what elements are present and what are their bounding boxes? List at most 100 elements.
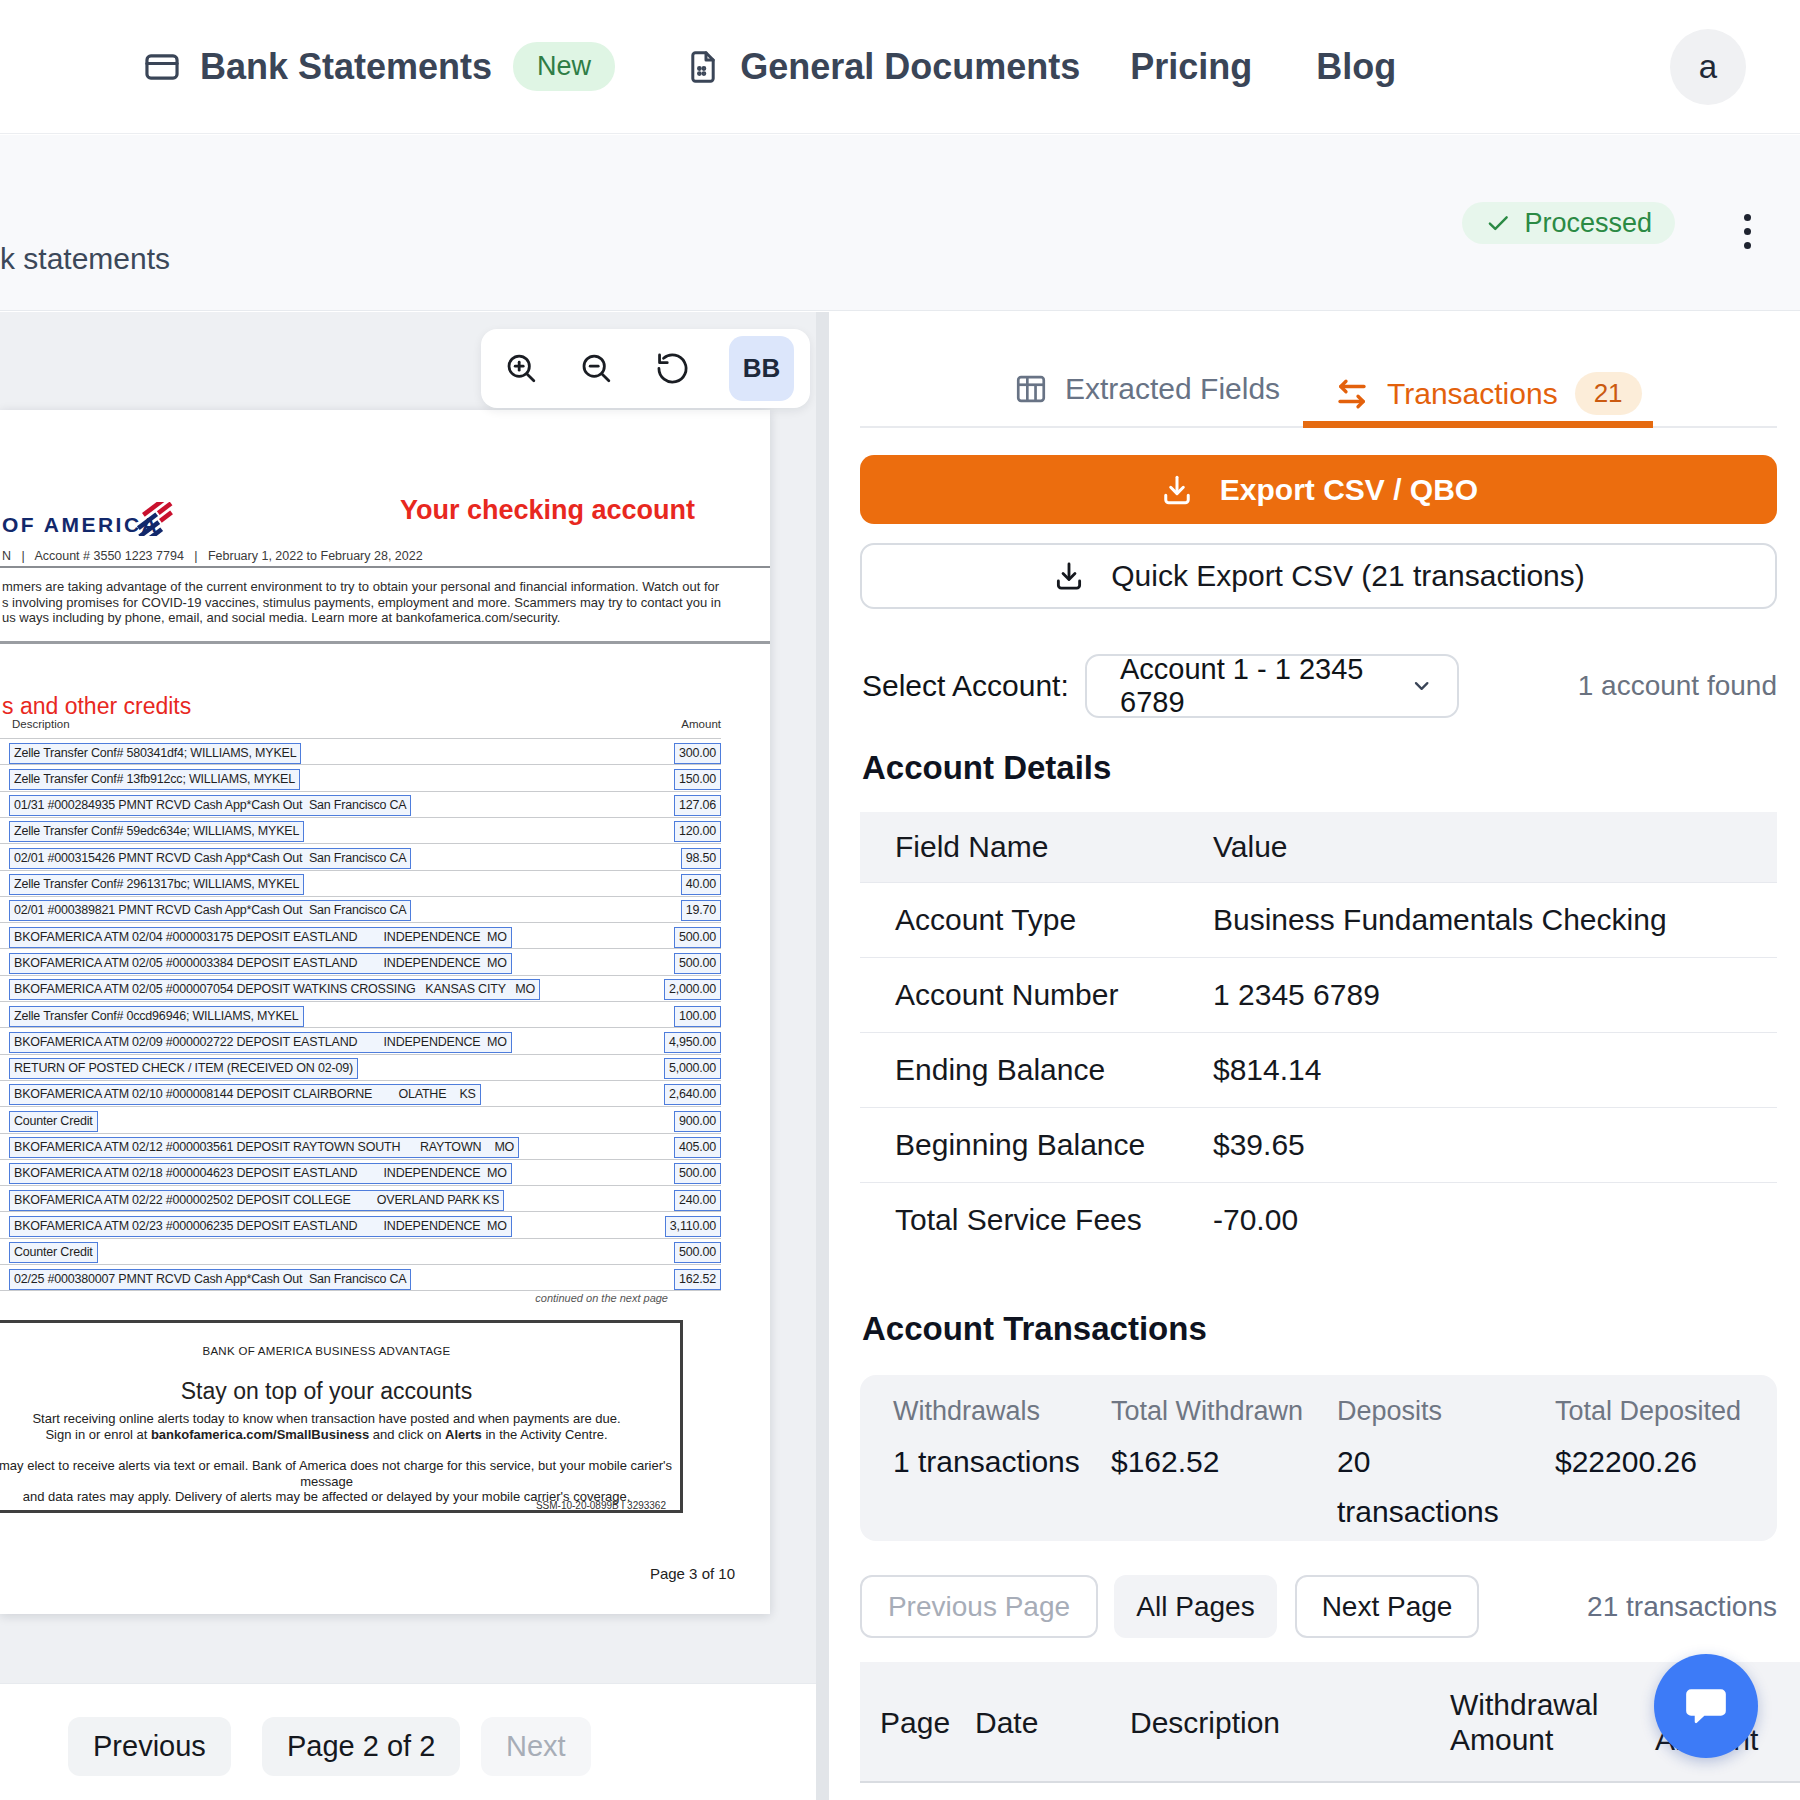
check-icon [1485,210,1511,236]
summary-stat: Withdrawals1 transactions [893,1396,1093,1487]
statement-description-highlight[interactable]: BKOFAMERICA ATM 02/09 #000002722 DEPOSIT… [9,1032,512,1053]
statement-description-highlight[interactable]: BKOFAMERICA ATM 02/12 #000003561 DEPOSIT… [9,1137,519,1158]
statement-account-line: N | Account # 3550 1223 7794 | February … [2,549,423,563]
statement-amount-highlight[interactable]: 5,000.00 [664,1058,721,1079]
statement-amount-highlight[interactable]: 900.00 [674,1111,721,1132]
statement-description-highlight[interactable]: Zelle Transfer Conf# 2961317bc; WILLIAMS… [9,874,304,895]
export-csv-qbo-button[interactable]: Export CSV / QBO [860,455,1777,524]
details-field-name: Beginning Balance [860,1128,1213,1162]
statement-description-highlight[interactable]: Zelle Transfer Conf# 0ccd96946; WILLIAMS… [9,1006,304,1027]
statement-description-highlight[interactable]: Counter Credit [9,1111,98,1132]
rotate-button[interactable] [653,350,691,388]
statement-amount-highlight[interactable]: 162.52 [674,1269,721,1290]
statement-description-highlight[interactable]: BKOFAMERICA ATM 02/04 #000003175 DEPOSIT… [9,927,512,948]
account-select-dropdown[interactable]: Account 1 - 1 2345 6789 [1085,654,1459,718]
statement-row-separator [0,1159,721,1160]
statement-description-highlight[interactable]: RETURN OF POSTED CHECK / ITEM (RECEIVED … [9,1058,358,1079]
statement-description-highlight[interactable]: BKOFAMERICA ATM 02/05 #000003384 DEPOSIT… [9,953,512,974]
statement-amount-highlight[interactable]: 98.50 [681,848,721,869]
next-button[interactable]: Next [481,1717,591,1776]
status-badge: Processed [1462,202,1675,244]
summary-stat: Deposits20 transactions [1337,1396,1527,1537]
nav-bank-statements[interactable]: Bank Statements [143,46,492,88]
transactions-column-header: Withdrawal Amount [1450,1687,1625,1757]
statement-amount-highlight[interactable]: 500.00 [674,1163,721,1184]
statement-description-highlight[interactable]: BKOFAMERICA ATM 02/23 #000006235 DEPOSIT… [9,1216,512,1237]
statement-description-highlight[interactable]: 02/25 #000380007 PMNT RCVD Cash App*Cash… [9,1269,411,1290]
statement-description-highlight[interactable]: BKOFAMERICA ATM 02/10 #000008144 DEPOSIT… [9,1084,481,1105]
statement-description-highlight[interactable]: BKOFAMERICA ATM 02/22 #000002502 DEPOSIT… [9,1190,504,1211]
tab-transactions-label: Transactions [1387,377,1558,411]
avatar[interactable]: a [1670,29,1746,105]
details-table-header-row: Field NameValue [860,812,1777,882]
statement-amount-highlight[interactable]: 240.00 [674,1190,721,1211]
subheader: k statements Processed [0,135,1800,311]
statement-amount-highlight[interactable]: 120.00 [674,821,721,842]
statement-description-highlight[interactable]: 02/01 #000389821 PMNT RCVD Cash App*Cash… [9,900,411,921]
zoom-out-button[interactable] [578,350,616,388]
quick-export-csv-button[interactable]: Quick Export CSV (21 transactions) [860,543,1777,609]
accounts-found-label: 1 account found [1578,654,1777,718]
page-indicator[interactable]: Page 2 of 2 [262,1717,460,1776]
previous-button[interactable]: Previous [68,1717,231,1776]
statement-amount-highlight[interactable]: 127.06 [674,795,721,816]
statement-row-separator [0,843,721,844]
kebab-menu-icon[interactable] [1744,214,1751,249]
chat-widget-button[interactable] [1654,1654,1758,1758]
statement-amount-highlight[interactable]: 500.00 [674,927,721,948]
download-icon [1052,559,1086,593]
download-icon [1159,472,1195,508]
summary-stat-value: 20 transactions [1337,1437,1527,1537]
statement-amount-highlight[interactable]: 405.00 [674,1137,721,1158]
account-transactions-heading: Account Transactions [862,1310,1207,1348]
summary-stat: Total Withdrawn$162.52 [1111,1396,1321,1487]
statement-amount-highlight[interactable]: 300.00 [674,743,721,764]
details-field-name: Total Service Fees [860,1203,1213,1237]
new-badge: New [513,42,615,91]
summary-stat-label: Withdrawals [893,1396,1093,1427]
statement-description-highlight[interactable]: BKOFAMERICA ATM 02/18 #000004623 DEPOSIT… [9,1163,512,1184]
statement-amount-highlight[interactable]: 3,110.00 [665,1216,721,1237]
promo-eyebrow: BANK OF AMERICA BUSINESS ADVANTAGE [0,1345,680,1357]
statement-amount-highlight[interactable]: 500.00 [674,953,721,974]
statement-description-highlight[interactable]: 01/31 #000284935 PMNT RCVD Cash App*Cash… [9,795,411,816]
statement-description-highlight[interactable]: Zelle Transfer Conf# 59edc634e; WILLIAMS… [9,821,304,842]
tab-transactions[interactable]: Transactions 21 [1334,372,1642,415]
panel-resize-handle[interactable] [816,312,829,1800]
statement-amount-highlight[interactable]: 40.00 [681,874,721,895]
statement-amount-highlight[interactable]: 150.00 [674,769,721,790]
nav-general-documents[interactable]: General Documents [685,46,1080,88]
statement-row-separator [0,1238,721,1239]
all-pages-button[interactable]: All Pages [1114,1575,1277,1638]
statement-amount-highlight[interactable]: 500.00 [674,1242,721,1263]
nav-blog[interactable]: Blog [1316,46,1396,88]
statement-amount-highlight[interactable]: 100.00 [674,1006,721,1027]
statement-row-separator [0,1054,721,1055]
next-page-button[interactable]: Next Page [1295,1575,1479,1638]
nav-pricing[interactable]: Pricing [1130,46,1252,88]
statement-description-highlight[interactable]: Zelle Transfer Conf# 13fb912cc; WILLIAMS… [9,769,300,790]
details-field-value: $814.14 [1213,1053,1777,1087]
active-tab-underline [1303,421,1653,428]
table-icon [1014,372,1048,406]
statement-amount-highlight[interactable]: 19.70 [681,900,721,921]
previous-page-button[interactable]: Previous Page [860,1575,1098,1638]
statement-row-separator [0,948,721,949]
statement-amount-highlight[interactable]: 4,950.00 [664,1032,721,1053]
statement-description-highlight[interactable]: BKOFAMERICA ATM 02/05 #000007054 DEPOSIT… [9,979,540,1000]
bb-toggle-button[interactable]: BB [729,336,794,401]
statement-amount-highlight[interactable]: 2,640.00 [664,1084,721,1105]
tab-extracted-fields[interactable]: Extracted Fields [1014,372,1280,406]
transactions-count-badge: 21 [1575,372,1642,415]
statement-description-highlight[interactable]: 02/01 #000315426 PMNT RCVD Cash App*Cash… [9,848,411,869]
swap-arrows-icon [1334,376,1370,412]
statement-description-highlight[interactable]: Counter Credit [9,1242,98,1263]
statement-description-highlight[interactable]: Zelle Transfer Conf# 580341df4; WILLIAMS… [9,743,301,764]
details-table-row: Account TypeBusiness Fundamentals Checki… [860,882,1777,957]
statement-row-separator [0,1185,721,1186]
transactions-column-header: Page [880,1705,970,1740]
statement-amount-highlight[interactable]: 2,000.00 [664,979,721,1000]
statement-row-separator [0,817,721,818]
zoom-in-button[interactable] [502,350,540,388]
statement-row-separator [0,1133,721,1134]
